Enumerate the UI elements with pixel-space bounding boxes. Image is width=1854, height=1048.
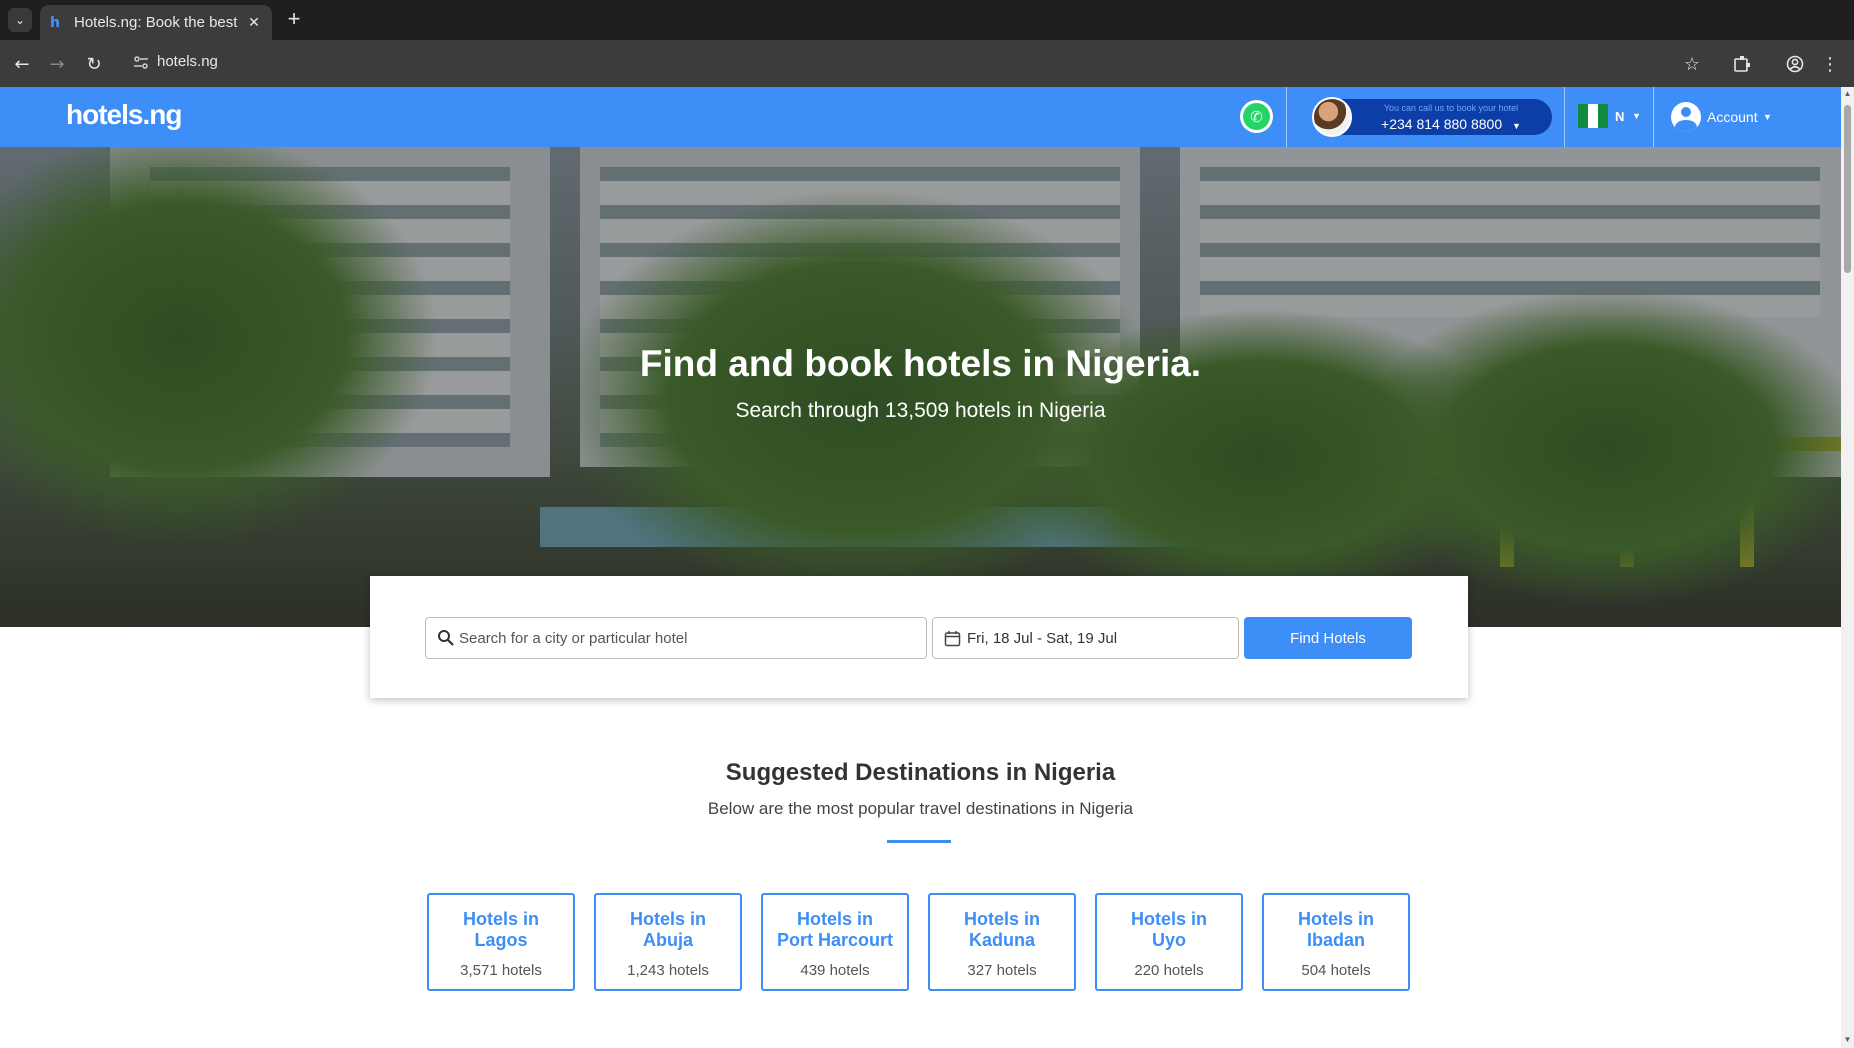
account-icon[interactable]: [1671, 102, 1701, 132]
destination-card-uyo[interactable]: Hotels in Uyo 220 hotels: [1095, 893, 1243, 991]
menu-icon[interactable]: ⋮: [1818, 52, 1842, 76]
url-text[interactable]: hotels.ng: [157, 53, 218, 70]
destination-name: Hotels in Kaduna: [963, 909, 1040, 950]
scroll-down-icon[interactable]: ▼: [1843, 1035, 1852, 1044]
account-menu[interactable]: Account: [1707, 109, 1758, 125]
destination-name: Hotels in Ibadan: [1297, 909, 1374, 950]
calendar-icon: [944, 631, 961, 647]
page-viewport: hotels.ng ✆ You can call us to book your…: [0, 87, 1841, 1048]
destination-card-lagos[interactable]: Hotels in Lagos 3,571 hotels: [427, 893, 575, 991]
new-tab-icon[interactable]: +: [282, 8, 306, 32]
hero-title: Find and book hotels in Nigeria.: [639, 343, 1202, 384]
address-bar[interactable]: [122, 46, 1702, 82]
extensions-icon[interactable]: [1730, 52, 1754, 76]
site-logo[interactable]: hotels.ng: [66, 99, 182, 131]
call-caption: You can call us to book your hotel: [1383, 103, 1519, 113]
whatsapp-icon[interactable]: ✆: [1240, 100, 1273, 133]
destination-name: Hotels in Uyo: [1130, 909, 1207, 950]
hero-banner: Find and book hotels in Nigeria. Search …: [0, 147, 1841, 627]
reload-icon[interactable]: ↻: [82, 52, 106, 76]
support-agent-avatar: [1312, 97, 1352, 137]
scroll-up-icon[interactable]: ▲: [1843, 89, 1852, 98]
star-icon[interactable]: ☆: [1680, 52, 1704, 76]
destination-card-kaduna[interactable]: Hotels in Kaduna 327 hotels: [928, 893, 1076, 991]
site-info-icon[interactable]: [132, 54, 150, 72]
destination-cards: Hotels in Lagos 3,571 hotels Hotels in Abu…: [427, 893, 1411, 991]
search-input[interactable]: [459, 618, 919, 658]
chevron-down-icon: ▼: [1512, 121, 1521, 131]
hotel-count: 327 hotels: [967, 962, 1037, 979]
find-hotels-button[interactable]: Find Hotels: [1244, 617, 1412, 659]
language-selector[interactable]: N: [1615, 109, 1624, 124]
browser-tab-strip: ⌄ h Hotels.ng: Book the best ✕ +: [0, 0, 1854, 40]
search-panel: Fri, 18 Jul - Sat, 19 Jul Find Hotels: [370, 576, 1468, 698]
forward-icon[interactable]: →: [45, 52, 69, 76]
browser-toolbar: ← → ↻ hotels.ng ☆ ⋮: [0, 40, 1854, 87]
chevron-down-icon: ▼: [1763, 112, 1772, 122]
destination-name: Hotels in Lagos: [462, 909, 539, 950]
chevron-down-icon: ▼: [1632, 111, 1641, 121]
tab-title: Hotels.ng: Book the best: [74, 14, 238, 31]
call-number[interactable]: +234 814 880 8800 ▼: [1356, 116, 1546, 132]
site-header: hotels.ng ✆ You can call us to book your…: [0, 87, 1841, 147]
destination-card-ibadan[interactable]: Hotels in Ibadan 504 hotels: [1262, 893, 1410, 991]
hotel-count: 504 hotels: [1301, 962, 1371, 979]
destinations-subtitle: Below are the most popular travel destin…: [707, 799, 1134, 818]
destination-card-port-harcourt[interactable]: Hotels in Port Harcourt 439 hotels: [761, 893, 909, 991]
profile-icon[interactable]: [1783, 52, 1807, 76]
scrollbar-thumb[interactable]: [1844, 105, 1851, 273]
hero-overlay: [0, 147, 1841, 627]
favicon-icon: h: [50, 14, 60, 31]
search-box[interactable]: [425, 617, 927, 659]
destinations-title: Suggested Destinations in Nigeria: [725, 759, 1116, 786]
destination-card-abuja[interactable]: Hotels in Abuja 1,243 hotels: [594, 893, 742, 991]
hotel-count: 220 hotels: [1134, 962, 1204, 979]
header-divider: [1653, 87, 1654, 147]
destination-name: Hotels in Port Harcourt: [776, 909, 893, 950]
browser-tab[interactable]: h Hotels.ng: Book the best ✕: [40, 5, 272, 40]
hotel-count: 3,571 hotels: [460, 962, 542, 979]
close-icon[interactable]: ✕: [246, 14, 262, 31]
hotel-count: 1,243 hotels: [627, 962, 709, 979]
hotel-count: 439 hotels: [800, 962, 870, 979]
page-scrollbar[interactable]: ▲ ▼: [1841, 87, 1854, 1048]
destination-name: Hotels in Abuja: [629, 909, 706, 950]
date-range-value: Fri, 18 Jul - Sat, 19 Jul: [967, 630, 1118, 647]
search-icon: [438, 630, 454, 646]
header-divider: [1564, 87, 1565, 147]
hero-subtitle: Search through 13,509 hotels in Nigeria: [735, 399, 1106, 422]
section-divider: [887, 840, 951, 843]
date-range-field[interactable]: Fri, 18 Jul - Sat, 19 Jul: [932, 617, 1239, 659]
header-divider: [1286, 87, 1287, 147]
nigeria-flag-icon[interactable]: [1578, 104, 1608, 128]
back-icon[interactable]: ←: [10, 52, 34, 76]
tab-list-icon[interactable]: ⌄: [8, 8, 32, 32]
